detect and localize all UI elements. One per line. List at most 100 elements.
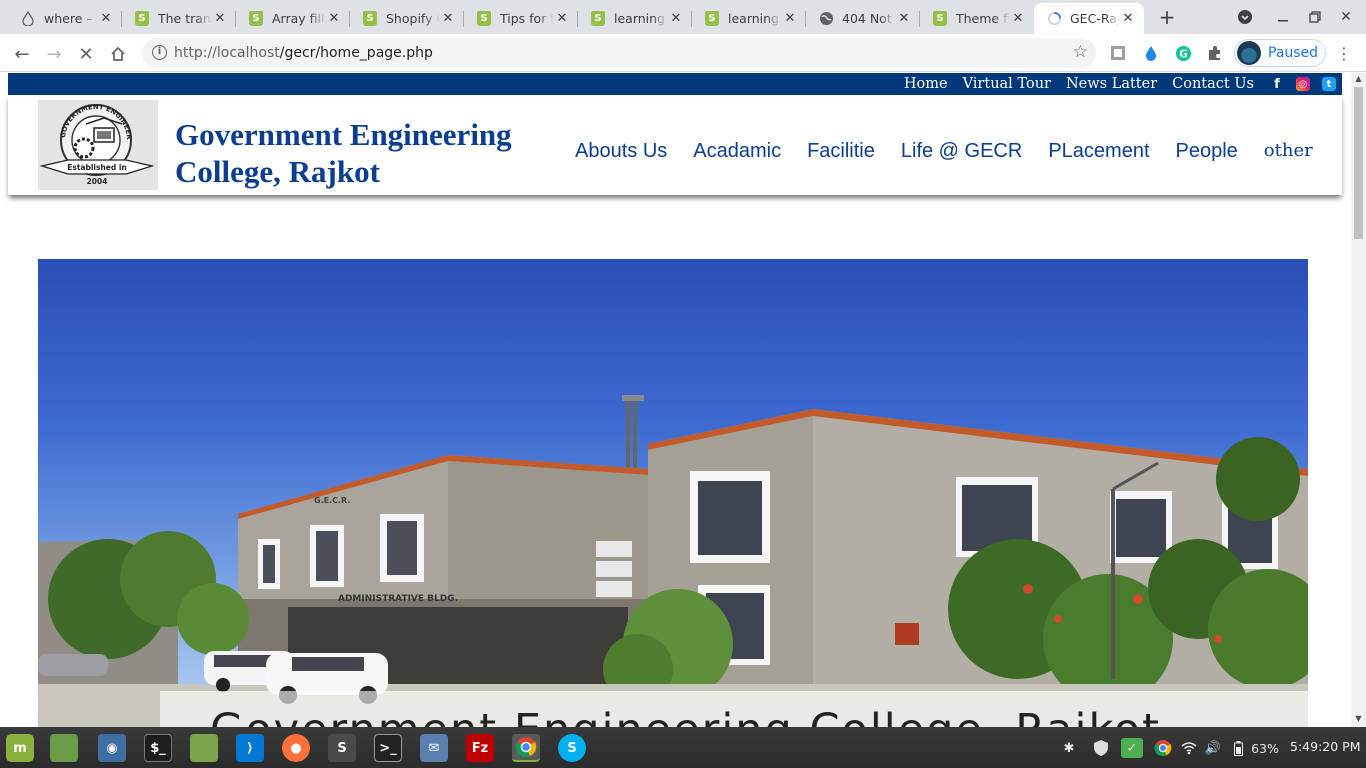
browser-tab[interactable]: 404 Not ✕ — [806, 3, 920, 34]
close-icon[interactable]: ✕ — [896, 11, 912, 27]
chrome-icon[interactable] — [512, 734, 540, 762]
shopify-icon: S — [590, 11, 606, 27]
filezilla-icon[interactable]: Fz — [466, 734, 494, 762]
new-tab-icon[interactable]: + — [1156, 5, 1178, 29]
browser-tab-strip: where – I ✕ S The tran ✕ S Array fill ✕ … — [0, 0, 1366, 34]
scroll-down-icon[interactable]: ▼ — [1351, 713, 1366, 725]
browser-tab[interactable]: S learning ✕ — [692, 3, 806, 34]
tab-title: Shopify C — [386, 11, 440, 26]
mint-menu-icon[interactable]: m — [6, 734, 34, 762]
restore-icon[interactable] — [1305, 7, 1325, 27]
close-icon[interactable]: ✕ — [440, 11, 456, 27]
close-icon[interactable]: ✕ — [554, 11, 570, 27]
profile-button[interactable]: Paused — [1234, 39, 1326, 67]
url-text: http://localhost/gecr/home_page.php — [174, 45, 433, 61]
close-icon[interactable]: ✕ — [326, 11, 342, 27]
main-nav: Abouts Us Acadamic Facilitie Life @ GECR… — [575, 140, 1313, 163]
drop-icon — [20, 11, 36, 27]
window-close-icon[interactable]: ✕ — [1336, 7, 1356, 27]
os-taskbar: m ◉ $_ ⟩ ● S >_ ✉ Fz S ✱ ✓ 🔊 63% 5:49:20… — [0, 727, 1366, 768]
twitter-icon[interactable]: t — [1322, 77, 1336, 91]
browser-toolbar: ← → ✕ i http://localhost/gecr/home_page.… — [0, 34, 1366, 72]
tab-search-icon[interactable] — [1235, 7, 1255, 27]
address-bar[interactable]: i http://localhost/gecr/home_page.php ☆ — [142, 38, 1096, 68]
topnav-news-letter-link[interactable]: News Latter — [1066, 76, 1157, 92]
tab-title: Theme fi — [956, 11, 1010, 26]
browser-menu-icon[interactable]: ⋮ — [1333, 42, 1355, 64]
chrome-tray-icon[interactable] — [1152, 738, 1174, 758]
topnav-virtual-tour-link[interactable]: Virtual Tour — [963, 76, 1051, 92]
skype-icon[interactable]: S — [558, 734, 586, 762]
battery-percentage: 63% — [1251, 740, 1279, 756]
tab-title: Tips for t — [500, 11, 554, 26]
close-icon[interactable]: ✕ — [1120, 11, 1136, 27]
waterdrop-extension-icon[interactable] — [1140, 42, 1162, 64]
browser-tab[interactable]: S learning ✕ — [578, 3, 692, 34]
show-desktop-icon[interactable] — [50, 734, 78, 762]
grammarly-icon[interactable]: G — [1172, 42, 1194, 64]
extensions-icon[interactable] — [1204, 42, 1226, 64]
close-icon[interactable]: ✕ — [212, 11, 228, 27]
shield-icon[interactable] — [1090, 738, 1112, 758]
terminal-icon[interactable]: $_ — [144, 734, 172, 762]
browser-tab[interactable]: S Array fill ✕ — [236, 3, 350, 34]
campus-building-photo: ADMINISTRATIVE BLDG. G.E.C.R. — [38, 395, 1308, 727]
forward-arrow-icon[interactable]: → — [42, 42, 66, 66]
terminal-2-icon[interactable]: >_ — [374, 734, 402, 762]
browser-tab[interactable]: S Theme fi ✕ — [920, 3, 1034, 34]
nav-people[interactable]: People — [1176, 140, 1238, 163]
close-icon[interactable]: ✕ — [668, 11, 684, 27]
browser-tab[interactable]: S Tips for t ✕ — [464, 3, 578, 34]
nav-placement[interactable]: PLacement — [1048, 140, 1149, 163]
stop-loading-icon[interactable]: ✕ — [74, 42, 98, 66]
browser-tab[interactable]: S The tran ✕ — [122, 3, 236, 34]
minimize-icon[interactable] — [1273, 7, 1293, 27]
facebook-icon[interactable]: f — [1270, 77, 1284, 92]
profile-status-label: Paused — [1268, 45, 1319, 61]
hero-caption: Government Engineering College, Rajkot — [160, 691, 1308, 727]
browser-tab[interactable]: S Shopify C ✕ — [350, 3, 464, 34]
mail-icon[interactable]: ✉ — [420, 734, 448, 762]
back-arrow-icon[interactable]: ← — [10, 42, 34, 66]
college-logo[interactable]: GOVERNMENT ENGINEERING COLLEGE RAJKOT Es… — [35, 94, 158, 190]
bluetooth-icon[interactable]: ✱ — [1060, 738, 1078, 758]
screenshot-app-icon[interactable]: ◉ — [98, 734, 126, 762]
hero-slide[interactable]: ADMINISTRATIVE BLDG. G.E.C.R. — [38, 259, 1308, 727]
scroll-up-icon[interactable]: ▲ — [1351, 73, 1366, 85]
battery-icon[interactable] — [1232, 738, 1244, 758]
page-scrollbar[interactable]: ▲ ▼ — [1351, 73, 1366, 727]
sublime-text-icon[interactable]: S — [328, 734, 356, 762]
vscode-icon[interactable]: ⟩ — [236, 734, 264, 762]
home-icon[interactable] — [106, 42, 130, 66]
browser-tab[interactable]: where – I ✕ — [8, 3, 122, 34]
site-info-icon[interactable]: i — [152, 45, 167, 60]
extension-puzzle-piece-icon[interactable] — [1107, 42, 1129, 64]
college-name[interactable]: Government Engineering College, Rajkot — [175, 116, 512, 190]
nav-facilities[interactable]: Facilitie — [807, 140, 875, 163]
building-sign: ADMINISTRATIVE BLDG. — [338, 594, 458, 604]
topnav-home-link[interactable]: Home — [904, 76, 948, 92]
loading-icon — [1046, 11, 1062, 27]
firefox-icon[interactable]: ● — [282, 734, 310, 762]
topnav-contact-us-link[interactable]: Contact Us — [1172, 76, 1254, 92]
wifi-icon[interactable] — [1180, 738, 1198, 758]
close-icon[interactable]: ✕ — [1010, 11, 1026, 27]
close-icon[interactable]: ✕ — [782, 11, 798, 27]
nav-academic[interactable]: Acadamic — [693, 140, 781, 163]
bookmark-star-icon[interactable]: ☆ — [1073, 42, 1088, 62]
college-name-line2: College, Rajkot — [175, 154, 380, 189]
files-folder-icon[interactable] — [190, 734, 218, 762]
update-check-icon[interactable]: ✓ — [1121, 738, 1143, 758]
nav-about-us[interactable]: Abouts Us — [575, 140, 667, 163]
shopify-icon: S — [704, 11, 720, 27]
shopify-icon: S — [932, 11, 948, 27]
nav-other[interactable]: other — [1264, 140, 1313, 163]
browser-tab-active[interactable]: GEC-Rajk ✕ — [1034, 3, 1144, 34]
scrollbar-thumb[interactable] — [1354, 87, 1363, 239]
volume-icon[interactable]: 🔊 — [1204, 738, 1222, 758]
close-icon[interactable]: ✕ — [98, 11, 114, 27]
system-clock[interactable]: 5:49:20 PM — [1290, 739, 1360, 754]
instagram-icon[interactable]: ◎ — [1296, 77, 1310, 91]
building-sign-top: G.E.C.R. — [314, 496, 350, 505]
nav-life-at-gecr[interactable]: Life @ GECR — [901, 140, 1022, 163]
